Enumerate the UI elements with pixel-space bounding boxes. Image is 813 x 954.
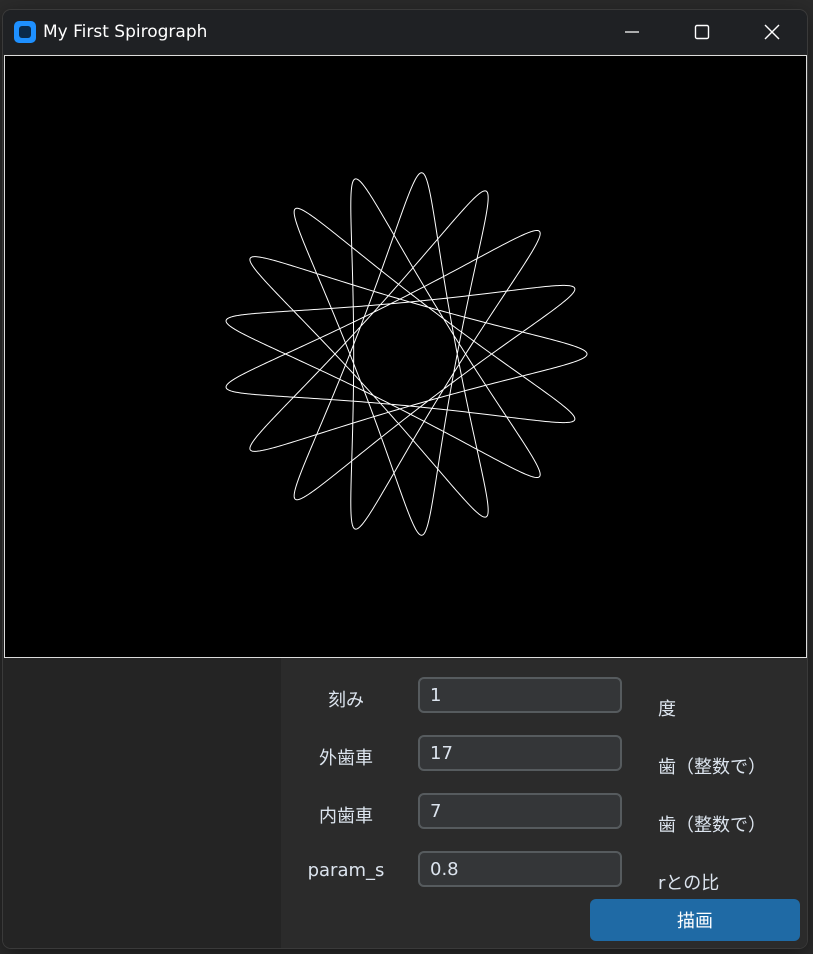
app-window: My First Spirograph 刻み 度 (3, 10, 807, 948)
inner-gear-unit-label: 歯（整数で） (658, 815, 766, 836)
app-icon (14, 21, 36, 43)
draw-button[interactable]: 描画 (590, 899, 800, 941)
maximize-button[interactable] (667, 10, 737, 54)
step-input[interactable] (418, 677, 622, 713)
minimize-button[interactable] (597, 10, 667, 54)
outer-gear-input[interactable] (418, 735, 622, 771)
window-title: My First Spirograph (43, 22, 208, 42)
inner-gear-label: 内歯車 (319, 806, 373, 827)
maximize-icon (694, 24, 710, 40)
close-icon (764, 24, 780, 40)
close-button[interactable] (737, 10, 807, 54)
spirograph-canvas (225, 172, 588, 536)
param-s-unit-label: rとの比 (658, 873, 720, 894)
drawing-canvas (4, 55, 807, 658)
outer-gear-unit-label: 歯（整数で） (658, 757, 766, 778)
title-bar[interactable]: My First Spirograph (3, 10, 807, 54)
minimize-icon (625, 31, 639, 33)
control-area: 刻み 度 外歯車 歯（整数で） 内歯車 歯（整数で） param_s rとの比 … (3, 658, 807, 948)
outer-gear-label: 外歯車 (319, 748, 373, 769)
step-label: 刻み (328, 690, 364, 711)
step-unit-label: 度 (658, 699, 676, 720)
parameter-form: 刻み 度 外歯車 歯（整数で） 内歯車 歯（整数で） param_s rとの比 … (281, 658, 807, 948)
inner-gear-input[interactable] (418, 793, 622, 829)
param-s-label: param_s (307, 860, 385, 881)
param-s-input[interactable] (418, 851, 622, 887)
spirograph-curve (225, 172, 588, 536)
